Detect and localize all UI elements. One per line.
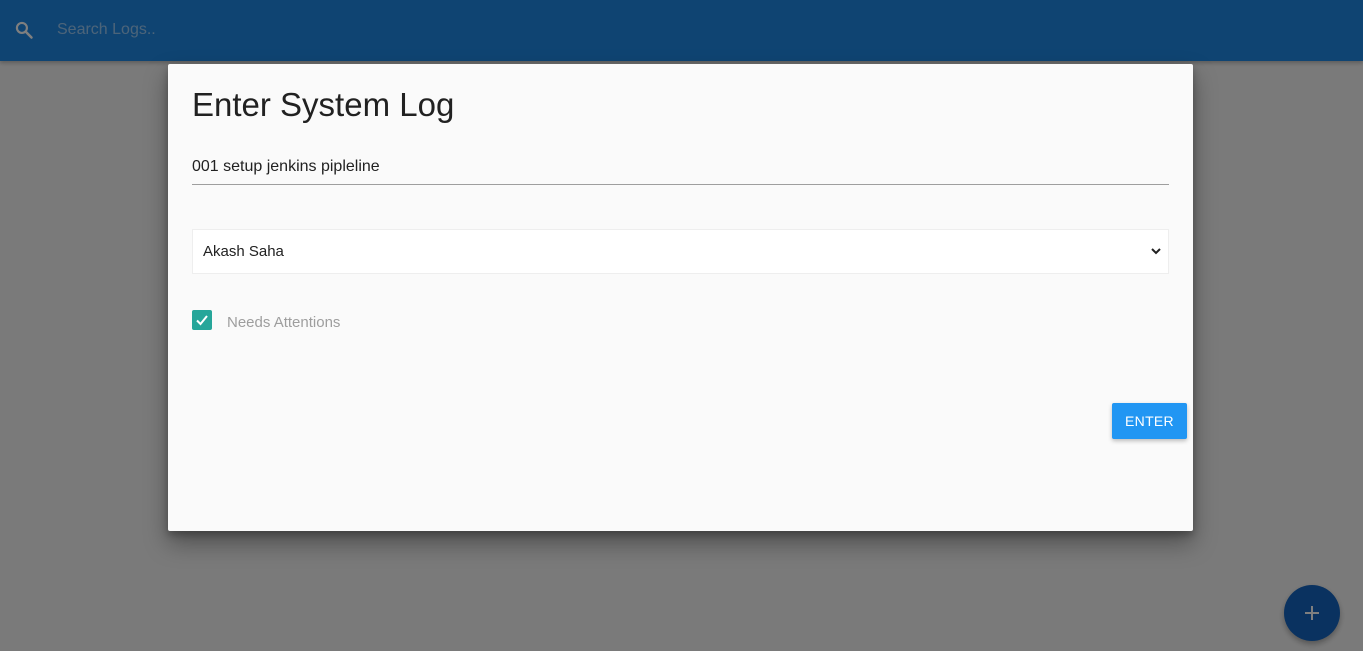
enter-button[interactable]: ENTER bbox=[1112, 403, 1187, 439]
technician-select[interactable]: Akash Saha bbox=[192, 229, 1169, 274]
technician-select-value: Akash Saha bbox=[203, 243, 284, 260]
chevron-down-icon bbox=[1151, 248, 1161, 255]
add-log-modal: Enter System Log Akash Saha Needs Attent… bbox=[168, 64, 1193, 531]
log-message-input[interactable] bbox=[192, 150, 1169, 185]
attention-label[interactable]: Needs Attentions bbox=[227, 314, 340, 331]
attention-checkbox-row[interactable]: Needs Attentions bbox=[192, 309, 340, 331]
attention-checkbox[interactable] bbox=[192, 310, 212, 330]
checkmark-icon bbox=[196, 315, 208, 326]
modal-title: Enter System Log bbox=[192, 86, 455, 123]
